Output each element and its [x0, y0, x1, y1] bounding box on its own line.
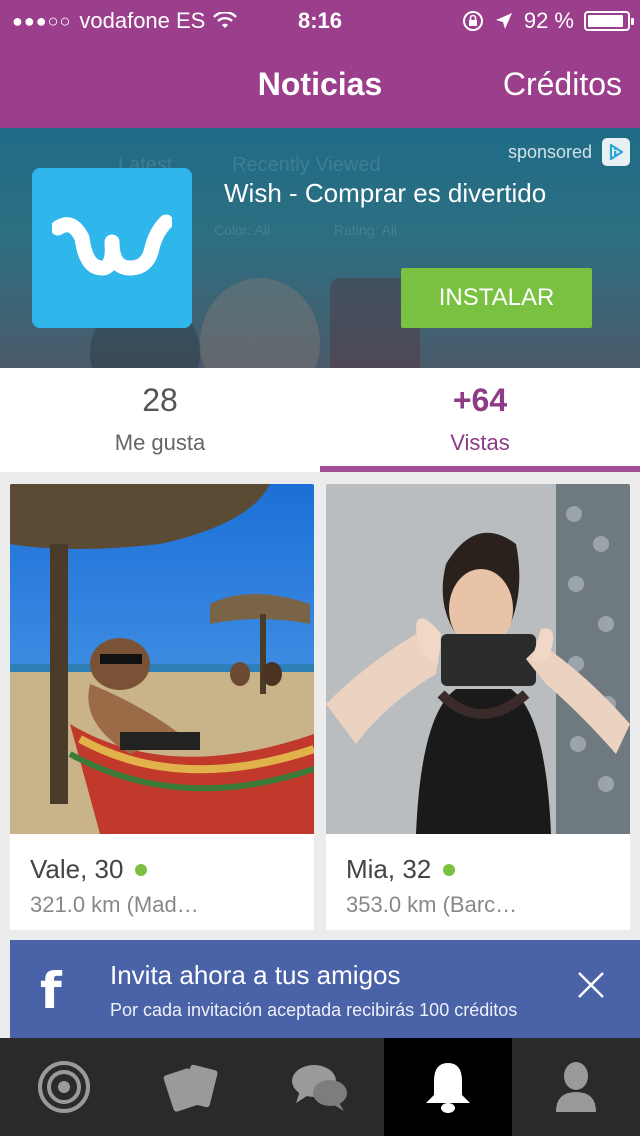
- likes-label: Me gusta: [114, 430, 206, 455]
- profile-name: Mia, 32: [346, 854, 432, 884]
- install-button[interactable]: INSTALAR: [401, 268, 592, 328]
- ad-background-text: Rating: All: [334, 222, 398, 238]
- online-status-icon: [135, 863, 148, 876]
- profile-photo[interactable]: [326, 484, 630, 834]
- credits-button[interactable]: Créditos: [503, 66, 622, 103]
- tab-notifications[interactable]: [384, 1038, 512, 1136]
- profile-icon: [556, 1062, 596, 1112]
- views-count: +64: [452, 382, 508, 418]
- sponsored-label: sponsored: [507, 142, 592, 162]
- tab-profile[interactable]: [512, 1038, 640, 1136]
- location-arrow-icon: [495, 13, 512, 29]
- invite-friends-banner[interactable]: f Invita ahora a tus amigos Por cada inv…: [10, 940, 640, 1038]
- stats-tabs: 28 Me gusta +64 Vistas: [0, 368, 640, 472]
- ad-background-text: Color: All: [214, 222, 271, 238]
- ad-app-name: Wish - Comprar es divertido: [224, 178, 547, 208]
- battery-percent: 92 %: [523, 8, 574, 33]
- battery-icon: [584, 11, 634, 31]
- profile-card[interactable]: Vale, 30 321.0 km (Mad…: [10, 484, 314, 930]
- top-bar: ●●●○○ vodafone ES 8:16 92 % Noticias Cré…: [0, 0, 640, 128]
- radar-icon: [38, 1061, 90, 1113]
- cards-icon: [163, 1064, 218, 1112]
- adchoices-icon[interactable]: [602, 138, 630, 166]
- invite-subtitle: Por cada invitación aceptada recibirás 1…: [110, 1000, 518, 1020]
- bell-icon: [426, 1063, 470, 1113]
- profile-photo[interactable]: [10, 484, 314, 834]
- likes-count: 28: [142, 382, 178, 418]
- chat-icon: [292, 1065, 347, 1111]
- close-icon[interactable]: [576, 970, 606, 1000]
- tab-cards[interactable]: [128, 1038, 256, 1136]
- views-label: Vistas: [450, 430, 510, 455]
- tab-views[interactable]: +64 Vistas: [320, 368, 640, 472]
- facebook-icon: f: [40, 962, 62, 1020]
- ad-background-shape: [200, 278, 320, 368]
- tab-likes[interactable]: 28 Me gusta: [0, 368, 320, 472]
- tab-chat[interactable]: [256, 1038, 384, 1136]
- sponsored-ad[interactable]: Latest Recently Viewed Color: All Rating…: [0, 128, 640, 368]
- tab-radar[interactable]: [0, 1038, 128, 1136]
- wish-logo-icon: [32, 168, 192, 328]
- rotation-lock-icon: [462, 11, 483, 31]
- online-status-icon: [443, 863, 456, 876]
- profile-name: Vale, 30: [30, 854, 124, 884]
- invite-title: Invita ahora a tus amigos: [110, 960, 401, 990]
- active-tab-indicator: [320, 466, 640, 472]
- ad-background-text: Recently Viewed: [232, 154, 381, 176]
- profile-distance: 353.0 km (Barc…: [346, 892, 518, 917]
- profile-distance: 321.0 km (Mad…: [30, 892, 199, 917]
- profile-card[interactable]: Mia, 32 353.0 km (Barc…: [326, 484, 630, 930]
- bottom-tab-bar: [0, 1038, 640, 1136]
- status-bar: ●●●○○ vodafone ES 8:16 92 %: [0, 0, 640, 40]
